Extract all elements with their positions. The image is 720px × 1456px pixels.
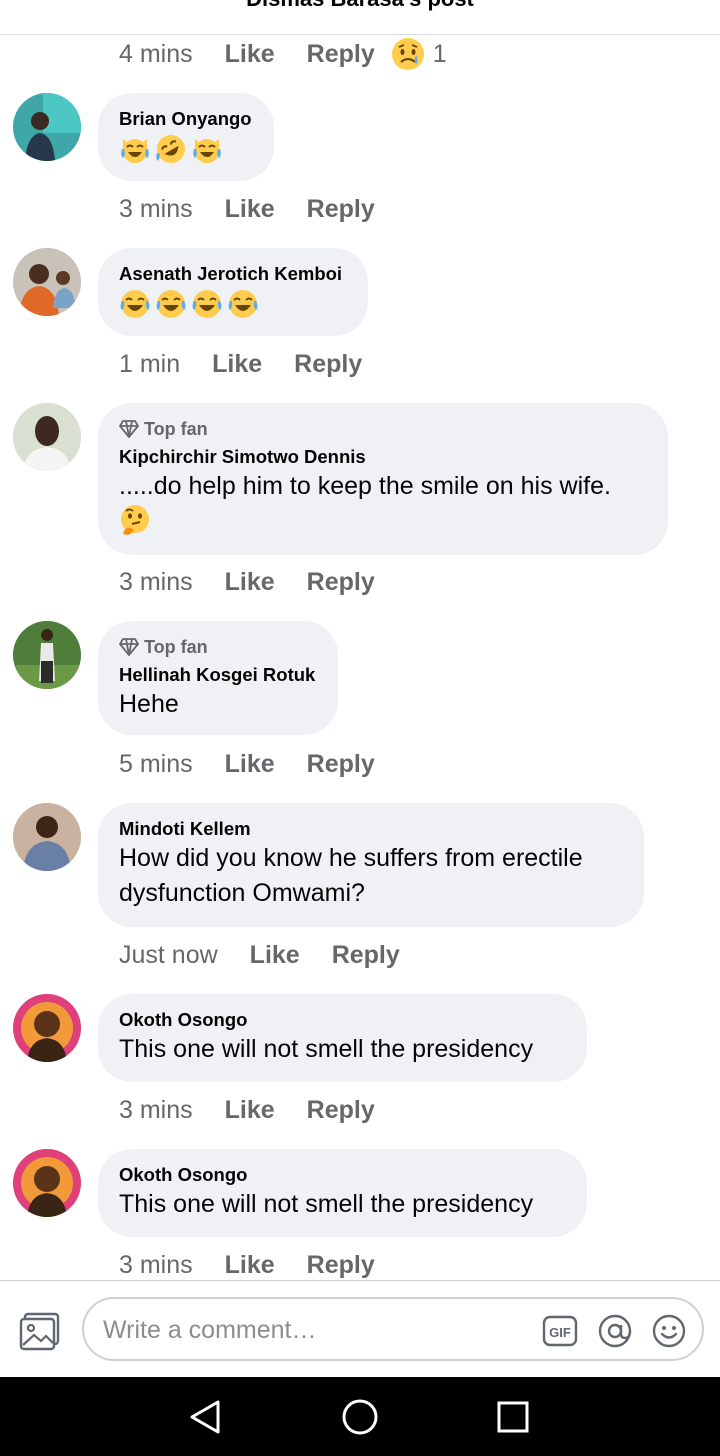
comment-meta-row: 3 mins Like Reply — [119, 564, 407, 600]
comment-meta-row: 3 mins Like Reply — [119, 1092, 407, 1128]
comment-author[interactable]: Hellinah Kosgei Rotuk — [119, 663, 316, 687]
comment-meta-row: 1 min Like Reply — [119, 346, 394, 382]
top-fan-badge: Top fan — [119, 417, 646, 441]
comment-text: This one will not smell the presidency — [119, 1190, 534, 1218]
like-button[interactable]: Like — [250, 941, 300, 970]
diamond-icon — [119, 420, 139, 438]
comment-text: This one will not smell the presidency — [119, 1035, 534, 1063]
reply-button[interactable]: Reply — [294, 350, 362, 379]
comment-bubble[interactable]: Top fan Hellinah Kosgei Rotuk Hehe — [98, 621, 338, 735]
like-button[interactable]: Like — [225, 750, 275, 779]
comment-meta-row: 5 mins Like Reply — [119, 746, 407, 782]
comment-bubble[interactable]: Mindoti Kellem How did you know he suffe… — [98, 803, 644, 927]
post-title: Dismas Barasa's post — [0, 0, 720, 12]
comment-author[interactable]: Okoth Osongo — [119, 1163, 565, 1187]
like-button[interactable]: Like — [225, 1096, 275, 1125]
tears-of-joy-icon — [120, 290, 150, 318]
comment-time: 5 mins — [119, 749, 193, 778]
reply-button[interactable]: Reply — [307, 750, 375, 779]
comment-composer: GIF — [0, 1280, 720, 1378]
reply-button[interactable]: Reply — [332, 941, 400, 970]
like-button[interactable]: Like — [225, 195, 275, 224]
comment-author[interactable]: Kipchirchir Simotwo Dennis — [119, 445, 646, 469]
top-fan-badge: Top fan — [119, 635, 316, 659]
like-button[interactable]: Like — [225, 1251, 275, 1280]
comment-text: .....do help him to keep the smile on hi… — [119, 472, 611, 500]
reply-button[interactable]: Reply — [307, 40, 375, 69]
comment-input[interactable] — [101, 1309, 525, 1351]
emoji-icon[interactable] — [651, 1313, 687, 1349]
top-fan-label: Top fan — [144, 637, 208, 657]
comment-time: 3 mins — [119, 1095, 193, 1124]
avatar[interactable] — [13, 403, 81, 471]
home-icon[interactable] — [340, 1397, 380, 1437]
reaction-summary[interactable]: 1 — [391, 37, 447, 71]
comment-time: 3 mins — [119, 1250, 193, 1279]
comment-bubble[interactable]: Okoth Osongo This one will not smell the… — [98, 994, 587, 1082]
comment-bubble[interactable]: Okoth Osongo This one will not smell the… — [98, 1149, 587, 1237]
comment-time: 1 min — [119, 349, 181, 378]
system-navigation-bar — [0, 1377, 720, 1456]
avatar[interactable] — [13, 248, 81, 316]
comment-meta-row: 4 mins Like Reply 1 — [119, 36, 447, 72]
thinking-face-icon — [121, 505, 149, 535]
avatar[interactable] — [13, 1149, 81, 1217]
comment-bubble[interactable]: Asenath Jerotich Kemboi — [98, 248, 368, 336]
svg-text:GIF: GIF — [549, 1325, 571, 1340]
comment-time: 4 mins — [119, 39, 193, 68]
tears-of-joy-icon — [156, 290, 186, 318]
tears-of-joy-icon — [192, 290, 222, 318]
comment-time: 3 mins — [119, 567, 193, 596]
rolling-laughing-icon — [156, 135, 185, 163]
cat-tears-of-joy-icon — [193, 139, 221, 163]
photo-icon[interactable] — [19, 1312, 61, 1352]
reaction-count: 1 — [432, 39, 447, 68]
diamond-icon — [119, 638, 139, 656]
mention-icon[interactable] — [597, 1313, 633, 1349]
like-button[interactable]: Like — [225, 40, 275, 69]
top-fan-label: Top fan — [144, 419, 208, 439]
avatar[interactable] — [13, 994, 81, 1062]
comment-emojis — [119, 133, 252, 165]
like-button[interactable]: Like — [225, 568, 275, 597]
reply-button[interactable]: Reply — [307, 1251, 375, 1280]
comment-bubble[interactable]: Top fan Kipchirchir Simotwo Dennis .....… — [98, 403, 668, 555]
comment-emojis — [119, 504, 646, 536]
reply-button[interactable]: Reply — [307, 1096, 375, 1125]
comment-time: 3 mins — [119, 194, 193, 223]
reply-button[interactable]: Reply — [307, 195, 375, 224]
comment-author[interactable]: Mindoti Kellem — [119, 817, 622, 841]
back-icon[interactable] — [186, 1397, 226, 1437]
comment-time: Just now — [119, 940, 218, 969]
post-header: Dismas Barasa's post — [0, 0, 720, 35]
comment-emojis — [119, 288, 346, 320]
reply-button[interactable]: Reply — [307, 568, 375, 597]
tears-of-joy-icon — [228, 290, 258, 318]
comment-input-container: GIF — [82, 1297, 704, 1361]
comment-author[interactable]: Brian Onyango — [119, 107, 252, 131]
avatar[interactable] — [13, 803, 81, 871]
comment-meta-row: 3 mins Like Reply — [119, 191, 407, 227]
comment-bubble[interactable]: Brian Onyango — [98, 93, 274, 181]
comment-author[interactable]: Okoth Osongo — [119, 1008, 565, 1032]
recents-icon[interactable] — [493, 1397, 533, 1437]
comment-text: How did you know he suffers from erectil… — [119, 844, 583, 907]
comment-text: Hehe — [119, 690, 179, 718]
comment-author[interactable]: Asenath Jerotich Kemboi — [119, 262, 346, 286]
gif-icon[interactable]: GIF — [542, 1313, 578, 1349]
avatar[interactable] — [13, 93, 81, 161]
like-button[interactable]: Like — [212, 350, 262, 379]
cat-tears-of-joy-icon — [121, 139, 149, 163]
sad-reaction-icon — [391, 38, 424, 70]
avatar[interactable] — [13, 621, 81, 689]
comment-meta-row: 3 mins Like Reply — [119, 1247, 407, 1283]
comment-meta-row: Just now Like Reply — [119, 937, 432, 973]
